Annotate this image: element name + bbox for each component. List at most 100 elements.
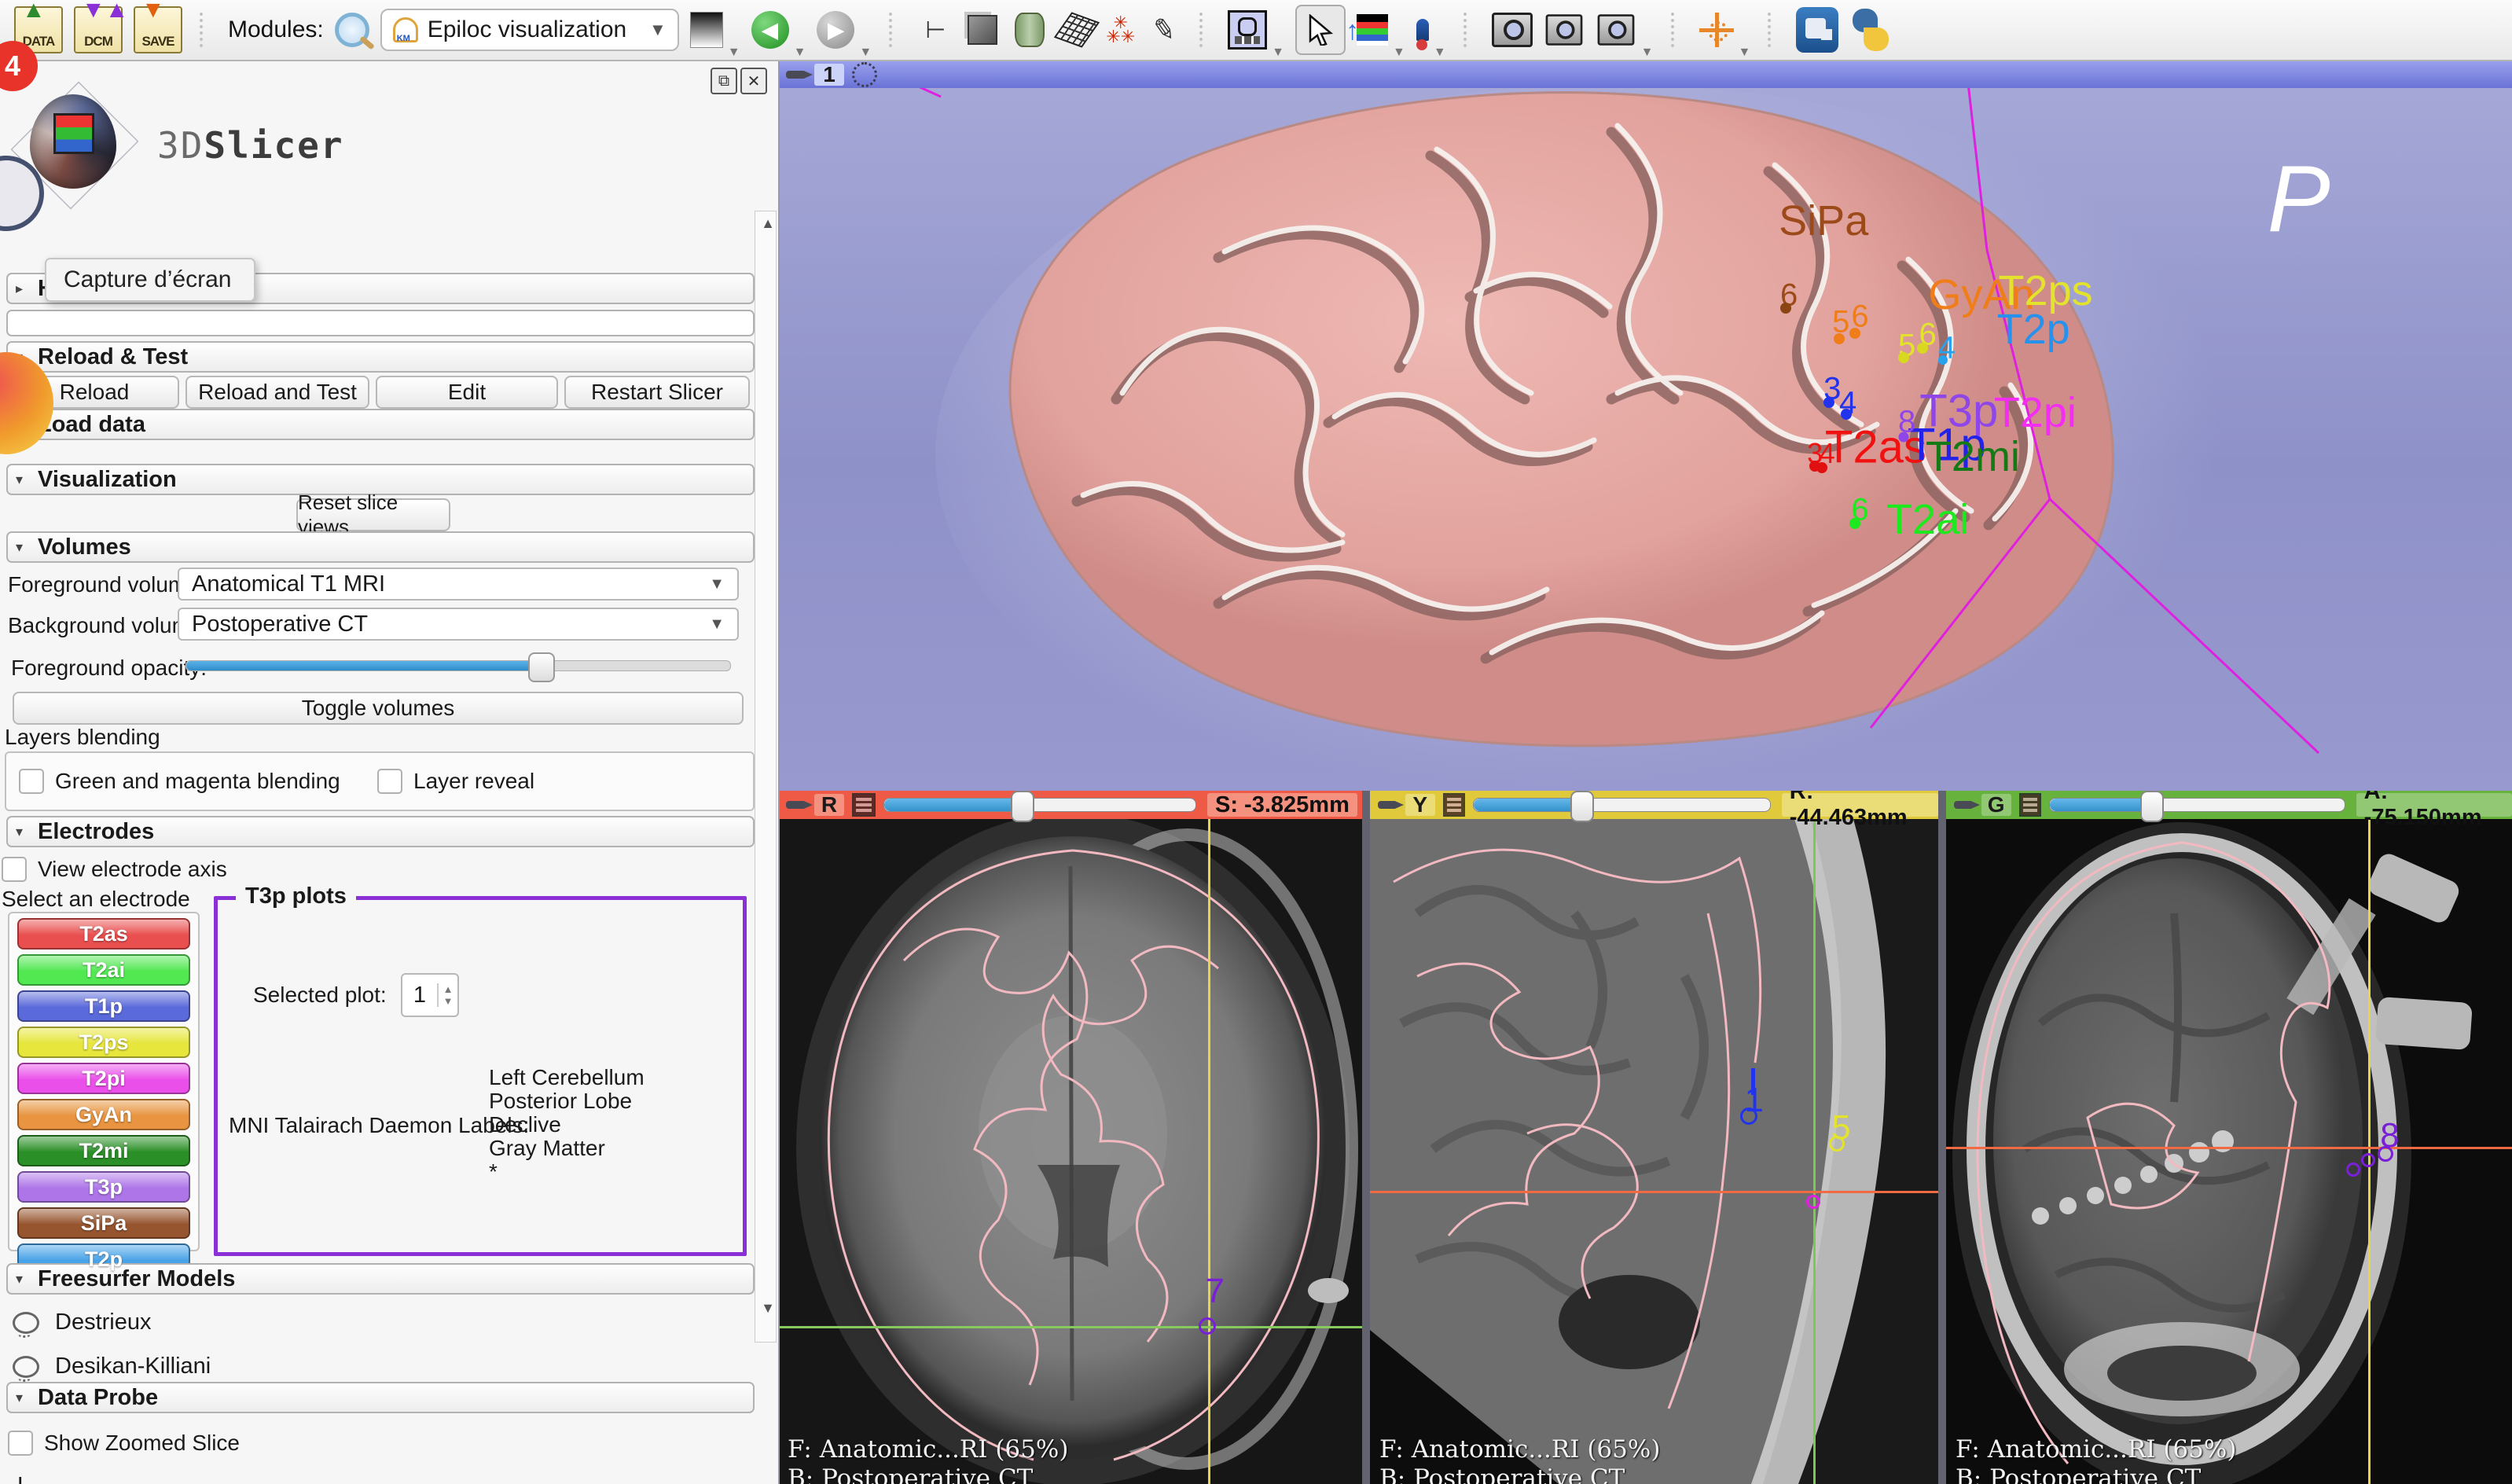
screenshot-button[interactable] (1492, 13, 1533, 47)
red-slice-markers (778, 819, 1362, 1484)
chevron-down-icon[interactable]: ▼ (859, 46, 872, 60)
pin-icon[interactable] (1378, 801, 1397, 809)
restore-scene-view-button[interactable] (1597, 14, 1634, 46)
scroll-up-icon[interactable]: ▲ (761, 215, 775, 232)
annotation-pen-icon[interactable]: ✎ (1143, 9, 1184, 50)
layer-reveal-checkbox[interactable] (377, 769, 402, 794)
layout-selector-icon[interactable] (1228, 10, 1267, 50)
view-divider[interactable] (1362, 791, 1370, 1484)
green-slice-view[interactable]: G A: -75.150mm (1946, 791, 2512, 1484)
view-controls-icon[interactable] (852, 62, 877, 87)
foreground-volume-select[interactable]: Anatomical T1 MRI ▼ (178, 568, 739, 601)
red-slice-controller-bar[interactable]: R S: -3.825mm (778, 791, 1362, 819)
electrode-button-sipa[interactable]: SiPa (17, 1207, 190, 1239)
eye-closed-icon[interactable] (13, 1312, 39, 1334)
close-panel-button[interactable]: ✕ (740, 68, 767, 94)
undock-panel-button[interactable]: ⧉ (711, 68, 737, 94)
slice-offset-slider[interactable] (883, 798, 1196, 812)
slider-handle[interactable] (1570, 791, 1594, 822)
dicom-icon[interactable]: ▼▲ DCM (74, 6, 123, 53)
yellow-slice-controller-bar[interactable]: Y R: -44.463mm (1370, 791, 1938, 819)
electrode-button-t3p[interactable]: T3p (17, 1171, 190, 1203)
threed-view[interactable]: 1 (778, 61, 2512, 791)
python-console-icon[interactable] (1849, 7, 1892, 53)
view-electrode-axis-checkbox[interactable] (2, 857, 27, 882)
mouse-mode-button[interactable] (1295, 5, 1346, 55)
pin-icon[interactable] (786, 71, 806, 79)
show-zoomed-slice-checkbox[interactable] (8, 1431, 33, 1456)
overlay-label: T2pi (1994, 388, 2077, 437)
view-divider[interactable] (1938, 791, 1946, 1484)
edit-button[interactable]: Edit (376, 376, 558, 409)
eye-closed-icon[interactable] (13, 1356, 39, 1378)
save-icon[interactable]: ▼ SAVE (134, 6, 182, 53)
volume-cube-icon[interactable] (964, 12, 1001, 48)
spinbox-arrows[interactable]: ▲▼ (437, 983, 457, 1007)
module-selector[interactable]: Epiloc visualization ▼ (380, 9, 679, 51)
toolbar-separator (1463, 13, 1475, 47)
panel-scrollbar[interactable] (755, 211, 777, 1343)
electrode-button-t2mi[interactable]: T2mi (17, 1135, 190, 1166)
slice-visibility-icon[interactable] (2019, 793, 2042, 817)
restart-slicer-button[interactable]: Restart Slicer (564, 376, 750, 409)
slice-visibility-icon[interactable] (1443, 793, 1466, 817)
electrode-button-t2pi[interactable]: T2pi (17, 1063, 190, 1094)
dcm-icon-label: DCM (84, 34, 112, 52)
chevron-down-icon[interactable]: ▼ (1272, 46, 1284, 60)
chevron-down-icon[interactable]: ▼ (1739, 46, 1751, 60)
chevron-down-icon[interactable]: ▼ (794, 46, 806, 60)
data-probe-section-header[interactable]: ▾Data Probe (6, 1382, 755, 1413)
chevron-down-icon[interactable]: ▼ (728, 46, 740, 60)
electrode-button-t2ai[interactable]: T2ai (17, 954, 190, 986)
opacity-slider-handle[interactable] (528, 652, 555, 682)
blank-input-bar[interactable] (6, 310, 755, 336)
green-slice-controller-bar[interactable]: G A: -75.150mm (1946, 791, 2512, 819)
module-forward-button[interactable]: ▶ (817, 11, 854, 49)
load-data-section-header[interactable]: ▸Load data (6, 409, 755, 440)
pin-icon[interactable] (786, 801, 806, 809)
slice-offset-slider[interactable] (2049, 798, 2345, 812)
chevron-down-icon[interactable]: ▼ (1393, 46, 1405, 60)
electrodes-section-header[interactable]: ▾Electrodes (6, 816, 755, 847)
data-probe-label: Data Probe (38, 1385, 158, 1411)
scene-view-button[interactable] (1545, 14, 1582, 46)
foreground-opacity-slider[interactable] (185, 660, 731, 671)
crosshair-icon[interactable] (1699, 13, 1734, 47)
extensions-manager-icon[interactable] (1796, 7, 1838, 53)
freesurfer-item-destrieux[interactable]: Destrieux (13, 1310, 152, 1335)
reset-slice-views-button[interactable]: Reset slice views (296, 498, 450, 531)
chevron-down-icon[interactable]: ▼ (1641, 46, 1654, 60)
histogram-icon[interactable] (690, 12, 723, 48)
pin-icon[interactable] (1954, 801, 1974, 809)
mesh-model-icon[interactable] (1059, 12, 1095, 48)
electrode-button-t1p[interactable]: T1p (17, 990, 190, 1022)
green-magenta-checkbox[interactable] (19, 769, 44, 794)
electrode-button-gyan[interactable]: GyAn (17, 1099, 190, 1130)
toggle-volumes-button[interactable]: Toggle volumes (13, 692, 744, 725)
chevron-down-icon: ▼ (709, 575, 725, 593)
background-volume-select[interactable]: Postoperative CT ▼ (178, 608, 739, 641)
slider-handle[interactable] (1011, 791, 1034, 822)
module-back-button[interactable]: ◀ (751, 11, 789, 49)
module-history-icon[interactable]: ⊢ (917, 12, 953, 48)
electrode-button-t2as[interactable]: T2as (17, 918, 190, 950)
yellow-slice-view[interactable]: Y R: -44.463mm (1370, 791, 1938, 1484)
chevron-down-icon[interactable]: ▼ (1434, 46, 1446, 60)
reload-and-test-button[interactable]: Reload and Test (185, 376, 369, 409)
segmentation-icon[interactable] (1012, 12, 1048, 48)
place-fiducial-icon[interactable] (1357, 14, 1388, 46)
slice-offset-slider[interactable] (1473, 798, 1770, 812)
threed-view-controller-bar[interactable]: 1 (778, 61, 2512, 88)
freesurfer-item-desikan[interactable]: Desikan-Killiani (13, 1354, 211, 1379)
markups-icon[interactable]: ✳✳✳ (1106, 16, 1135, 44)
electrode-button-t2ps[interactable]: T2ps (17, 1027, 190, 1058)
slider-handle[interactable] (2140, 791, 2164, 822)
volumes-section-header[interactable]: ▾Volumes (6, 531, 755, 563)
selected-plot-spinbox[interactable]: 1 ▲▼ (401, 973, 459, 1017)
scroll-down-icon[interactable]: ▼ (761, 1300, 775, 1317)
red-slice-view[interactable]: R S: -3.825mm (778, 791, 1362, 1484)
slice-visibility-icon[interactable] (852, 793, 876, 817)
module-search-icon[interactable] (335, 13, 369, 47)
reload-test-section-header[interactable]: ▾Reload & Test (6, 341, 755, 373)
fiducial-pin-icon[interactable] (1416, 19, 1429, 41)
